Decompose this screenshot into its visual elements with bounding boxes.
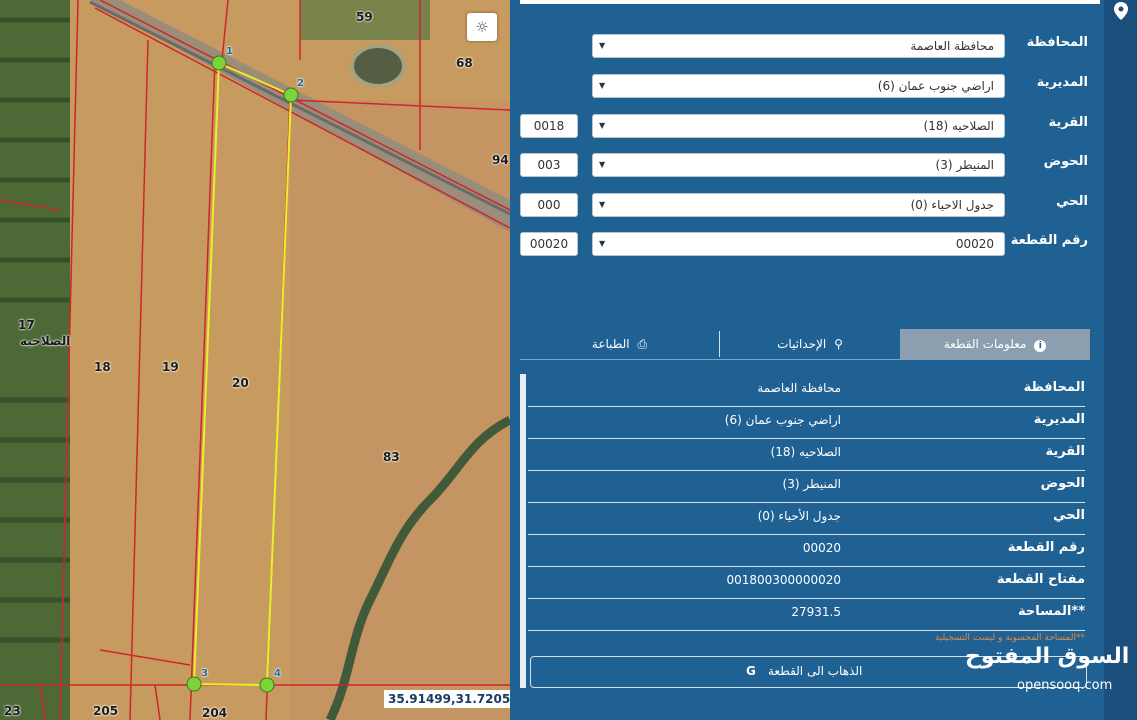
village-label: الصلاحيه — [20, 334, 71, 348]
info-icon: i — [1034, 340, 1047, 352]
coordinates-readout: 35.91499,31.72054 — [384, 690, 510, 708]
district-code-input[interactable]: 000 — [520, 193, 578, 217]
directorate-select[interactable]: اراضي جنوب عمان (6) ▼ — [592, 74, 1005, 98]
info-key: مفتاح القطعة — [996, 572, 1085, 587]
basin-value: المنيطر (3) — [935, 158, 994, 172]
vertex-label-4: 4 — [274, 668, 281, 679]
info-scrollbar[interactable] — [520, 374, 526, 688]
info-row-parcel-number: رقم القطعة 00020 — [528, 534, 1085, 567]
chevron-down-icon: ▼ — [599, 200, 606, 209]
basin-code-input[interactable]: 003 — [520, 153, 578, 177]
parcel-label-59: 59 — [356, 10, 373, 24]
basin-select[interactable]: المنيطر (3) ▼ — [592, 153, 1005, 177]
directorate-value: اراضي جنوب عمان (6) — [877, 79, 994, 93]
satellite-map[interactable]: 1 2 3 4 59 68 94 17 الصلاحيه 18 19 20 83… — [0, 0, 510, 720]
info-key: الحوض — [1040, 476, 1085, 491]
opensooq-logo: السوق المفتوح opensooq.com — [965, 644, 1130, 693]
info-value: 00020 — [802, 541, 841, 555]
tab-parcel-info[interactable]: معلومات القطعة i — [900, 329, 1090, 359]
google-icon: G — [746, 664, 756, 678]
chevron-down-icon: ▼ — [599, 121, 606, 130]
go-to-parcel-label: الذهاب الى القطعة — [768, 664, 863, 678]
form-label-directorate: المديرية — [1036, 75, 1088, 90]
governorate-value: محافظة العاصمة — [910, 39, 994, 53]
parcel-label-94: 94 — [492, 153, 509, 167]
tab-print-label: الطباعة — [591, 337, 630, 351]
sun-icon: ☼ — [475, 18, 489, 36]
parcel-number-value: 00020 — [955, 237, 994, 251]
chevron-down-icon: ▼ — [599, 41, 606, 50]
info-key: المساحة** — [1017, 604, 1085, 619]
info-key: المديرية — [1033, 412, 1085, 427]
parcel-panel: المحافظة محافظة العاصمة ▼ المديرية اراضي… — [510, 0, 1104, 720]
chevron-down-icon: ▼ — [599, 160, 606, 169]
info-value: المنيطر (3) — [782, 477, 841, 491]
chevron-down-icon: ▼ — [599, 81, 606, 90]
info-value: 001800300000020 — [726, 573, 841, 587]
tab-coordinates-label: الإحداثيات — [777, 337, 827, 351]
info-value: الصلاحيه (18) — [770, 445, 842, 459]
village-value: الصلاحيه (18) — [923, 119, 995, 133]
governorate-select[interactable]: محافظة العاصمة ▼ — [592, 34, 1005, 58]
parcel-label-20: 20 — [232, 376, 249, 390]
parcel-number-select[interactable]: 00020 ▼ — [592, 232, 1005, 256]
info-key: المحافظة — [1023, 380, 1085, 395]
info-row-governorate: المحافظة محافظة العاصمة — [528, 374, 1085, 407]
info-row-area: المساحة** 27931.5 — [528, 598, 1085, 631]
form-label-governorate: المحافظة — [1026, 35, 1088, 50]
district-value: جدول الاحياء (0) — [910, 198, 994, 212]
vertex-label-1: 1 — [226, 46, 233, 57]
map-canvas — [0, 0, 510, 720]
printer-icon: ⎙ — [637, 337, 648, 351]
logo-arabic: السوق المفتوح — [965, 644, 1130, 669]
info-row-village: القرية الصلاحيه (18) — [528, 438, 1085, 471]
parcel-number-code-input[interactable]: 00020 — [520, 232, 578, 256]
info-row-parcel-key: مفتاح القطعة 001800300000020 — [528, 566, 1085, 599]
info-key: الحي — [1053, 508, 1085, 523]
info-row-district: الحي جدول الأحياء (0) — [528, 502, 1085, 535]
form-label-basin: الحوض — [1043, 154, 1088, 169]
chevron-down-icon: ▼ — [599, 239, 606, 248]
area-note: **المساحة المحسوبة و ليست التسجيلية — [934, 633, 1085, 643]
panel-top-strip — [520, 0, 1100, 4]
location-icon: ⚲ — [834, 337, 843, 351]
parcel-label-18: 18 — [94, 360, 111, 374]
info-tabs: معلومات القطعة i الإحداثيات ⚲ الطباعة ⎙ — [520, 329, 1090, 360]
parcel-label-23: 23 — [4, 704, 21, 718]
info-row-directorate: المديرية اراضي جنوب عمان (6) — [528, 406, 1085, 439]
tab-coordinates[interactable]: الإحداثيات ⚲ — [720, 329, 900, 359]
village-select[interactable]: الصلاحيه (18) ▼ — [592, 114, 1005, 138]
tab-parcel-info-label: معلومات القطعة — [943, 337, 1027, 351]
location-pin-icon[interactable] — [1114, 2, 1128, 20]
vertex-label-2: 2 — [297, 78, 304, 89]
parcel-label-17: 17 — [18, 318, 35, 332]
map-settings-button[interactable]: ☼ — [467, 13, 497, 41]
form-label-parcel-number: رقم القطعة — [1010, 233, 1088, 248]
parcel-label-19: 19 — [162, 360, 179, 374]
info-value: جدول الأحياء (0) — [757, 509, 841, 523]
info-value: محافظة العاصمة — [757, 381, 841, 395]
info-key: رقم القطعة — [1007, 540, 1085, 555]
vertex-label-3: 3 — [201, 668, 208, 679]
parcel-label-204: 204 — [202, 706, 228, 720]
form-label-district: الحي — [1056, 194, 1088, 209]
parcel-label-68: 68 — [456, 56, 473, 70]
form-label-village: القرية — [1048, 115, 1088, 130]
info-value: اراضي جنوب عمان (6) — [724, 413, 841, 427]
info-value: 27931.5 — [791, 605, 841, 619]
tab-print[interactable]: الطباعة ⎙ — [520, 329, 719, 359]
info-key: القرية — [1045, 444, 1085, 459]
info-row-basin: الحوض المنيطر (3) — [528, 470, 1085, 503]
parcel-label-205: 205 — [93, 704, 119, 718]
side-strip — [1104, 0, 1137, 720]
parcel-label-83: 83 — [383, 450, 400, 464]
district-select[interactable]: جدول الاحياء (0) ▼ — [592, 193, 1005, 217]
village-code-input[interactable]: 0018 — [520, 114, 578, 138]
logo-latin: opensooq.com — [1017, 678, 1113, 693]
